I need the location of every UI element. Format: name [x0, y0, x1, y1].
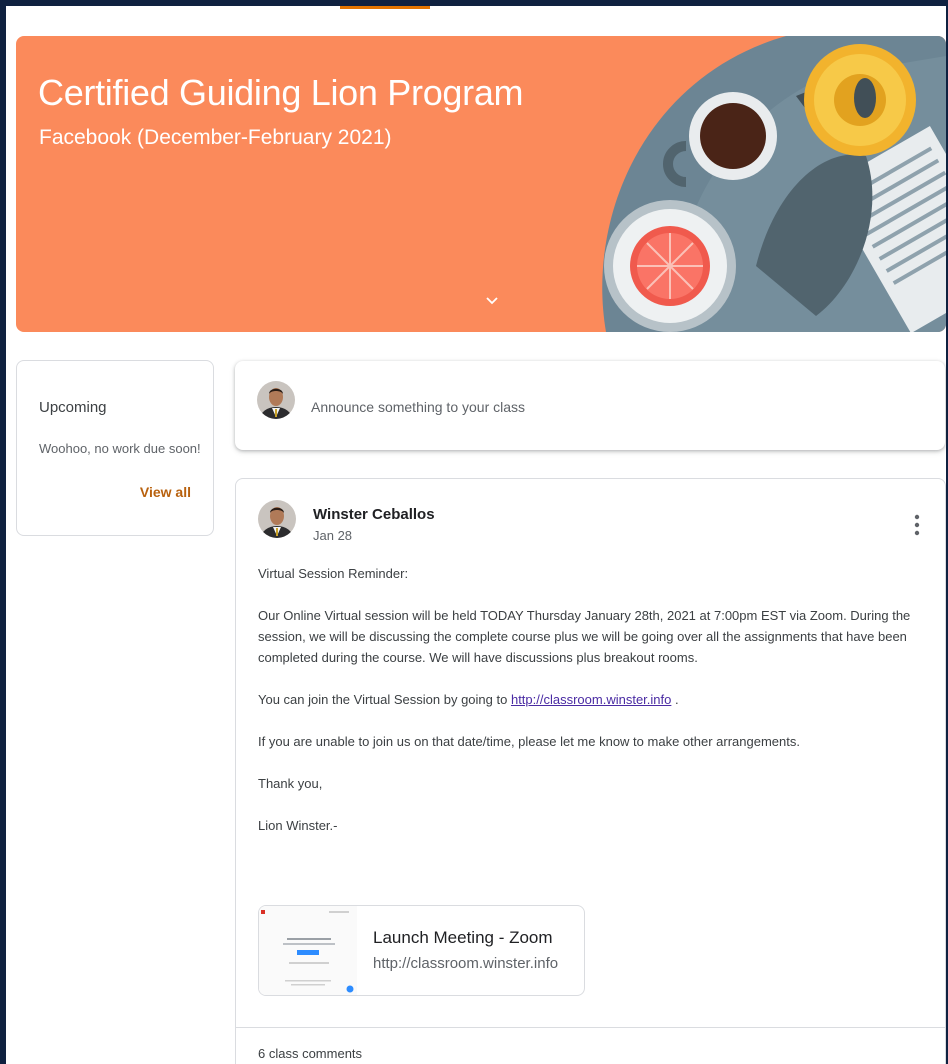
class-section: Facebook (December-February 2021) — [39, 126, 392, 149]
upcoming-title: Upcoming — [39, 399, 107, 416]
post-body: Virtual Session Reminder: Our Online Vir… — [258, 563, 930, 857]
banner-illustration — [602, 36, 946, 332]
upcoming-empty-message: Woohoo, no work due soon! — [39, 441, 201, 456]
post-paragraph: If you are unable to join us on that dat… — [258, 734, 800, 749]
attachment-url: http://classroom.winster.info — [373, 955, 559, 972]
attachment-title: Launch Meeting - Zoom — [373, 928, 553, 947]
class-title: Certified Guiding Lion Program — [38, 72, 524, 113]
post-join-line: You can join the Virtual Session by goin… — [258, 689, 930, 710]
zoom-attachment-card[interactable]: Launch Meeting - Zoom http://classroom.w… — [258, 905, 585, 996]
avatar — [258, 500, 296, 538]
post-thanks: Thank you, — [258, 776, 323, 791]
divider — [236, 1027, 945, 1028]
class-comments-link[interactable]: 6 class comments — [258, 1046, 362, 1061]
post-author: Winster Ceballos — [313, 506, 435, 523]
chevron-down-icon[interactable] — [482, 291, 502, 311]
join-suffix: . — [671, 692, 679, 707]
attachment-thumbnail — [259, 906, 357, 995]
join-prefix: You can join the Virtual Session by goin… — [258, 692, 511, 707]
announcement-post: Winster Ceballos Jan 28 Virtual Session … — [235, 478, 946, 1064]
post-paragraph: Our Online Virtual session will be held … — [258, 608, 911, 665]
announce-box[interactable]: Announce something to your class — [235, 361, 945, 450]
post-heading: Virtual Session Reminder: — [258, 566, 409, 581]
avatar — [257, 381, 295, 419]
more-vert-icon[interactable] — [913, 513, 921, 537]
active-tab-indicator — [340, 6, 430, 9]
upcoming-card: Upcoming Woohoo, no work due soon! View … — [16, 360, 214, 536]
classroom-link[interactable]: http://classroom.winster.info — [511, 692, 671, 707]
announce-input[interactable]: Announce something to your class — [311, 399, 525, 415]
classroom-stream-page: Certified Guiding Lion Program Facebook … — [6, 6, 946, 1064]
post-date: Jan 28 — [313, 528, 353, 543]
post-signature: Lion Winster.- — [258, 818, 338, 833]
class-banner: Certified Guiding Lion Program Facebook … — [16, 36, 946, 332]
view-all-link[interactable]: View all — [140, 484, 191, 500]
